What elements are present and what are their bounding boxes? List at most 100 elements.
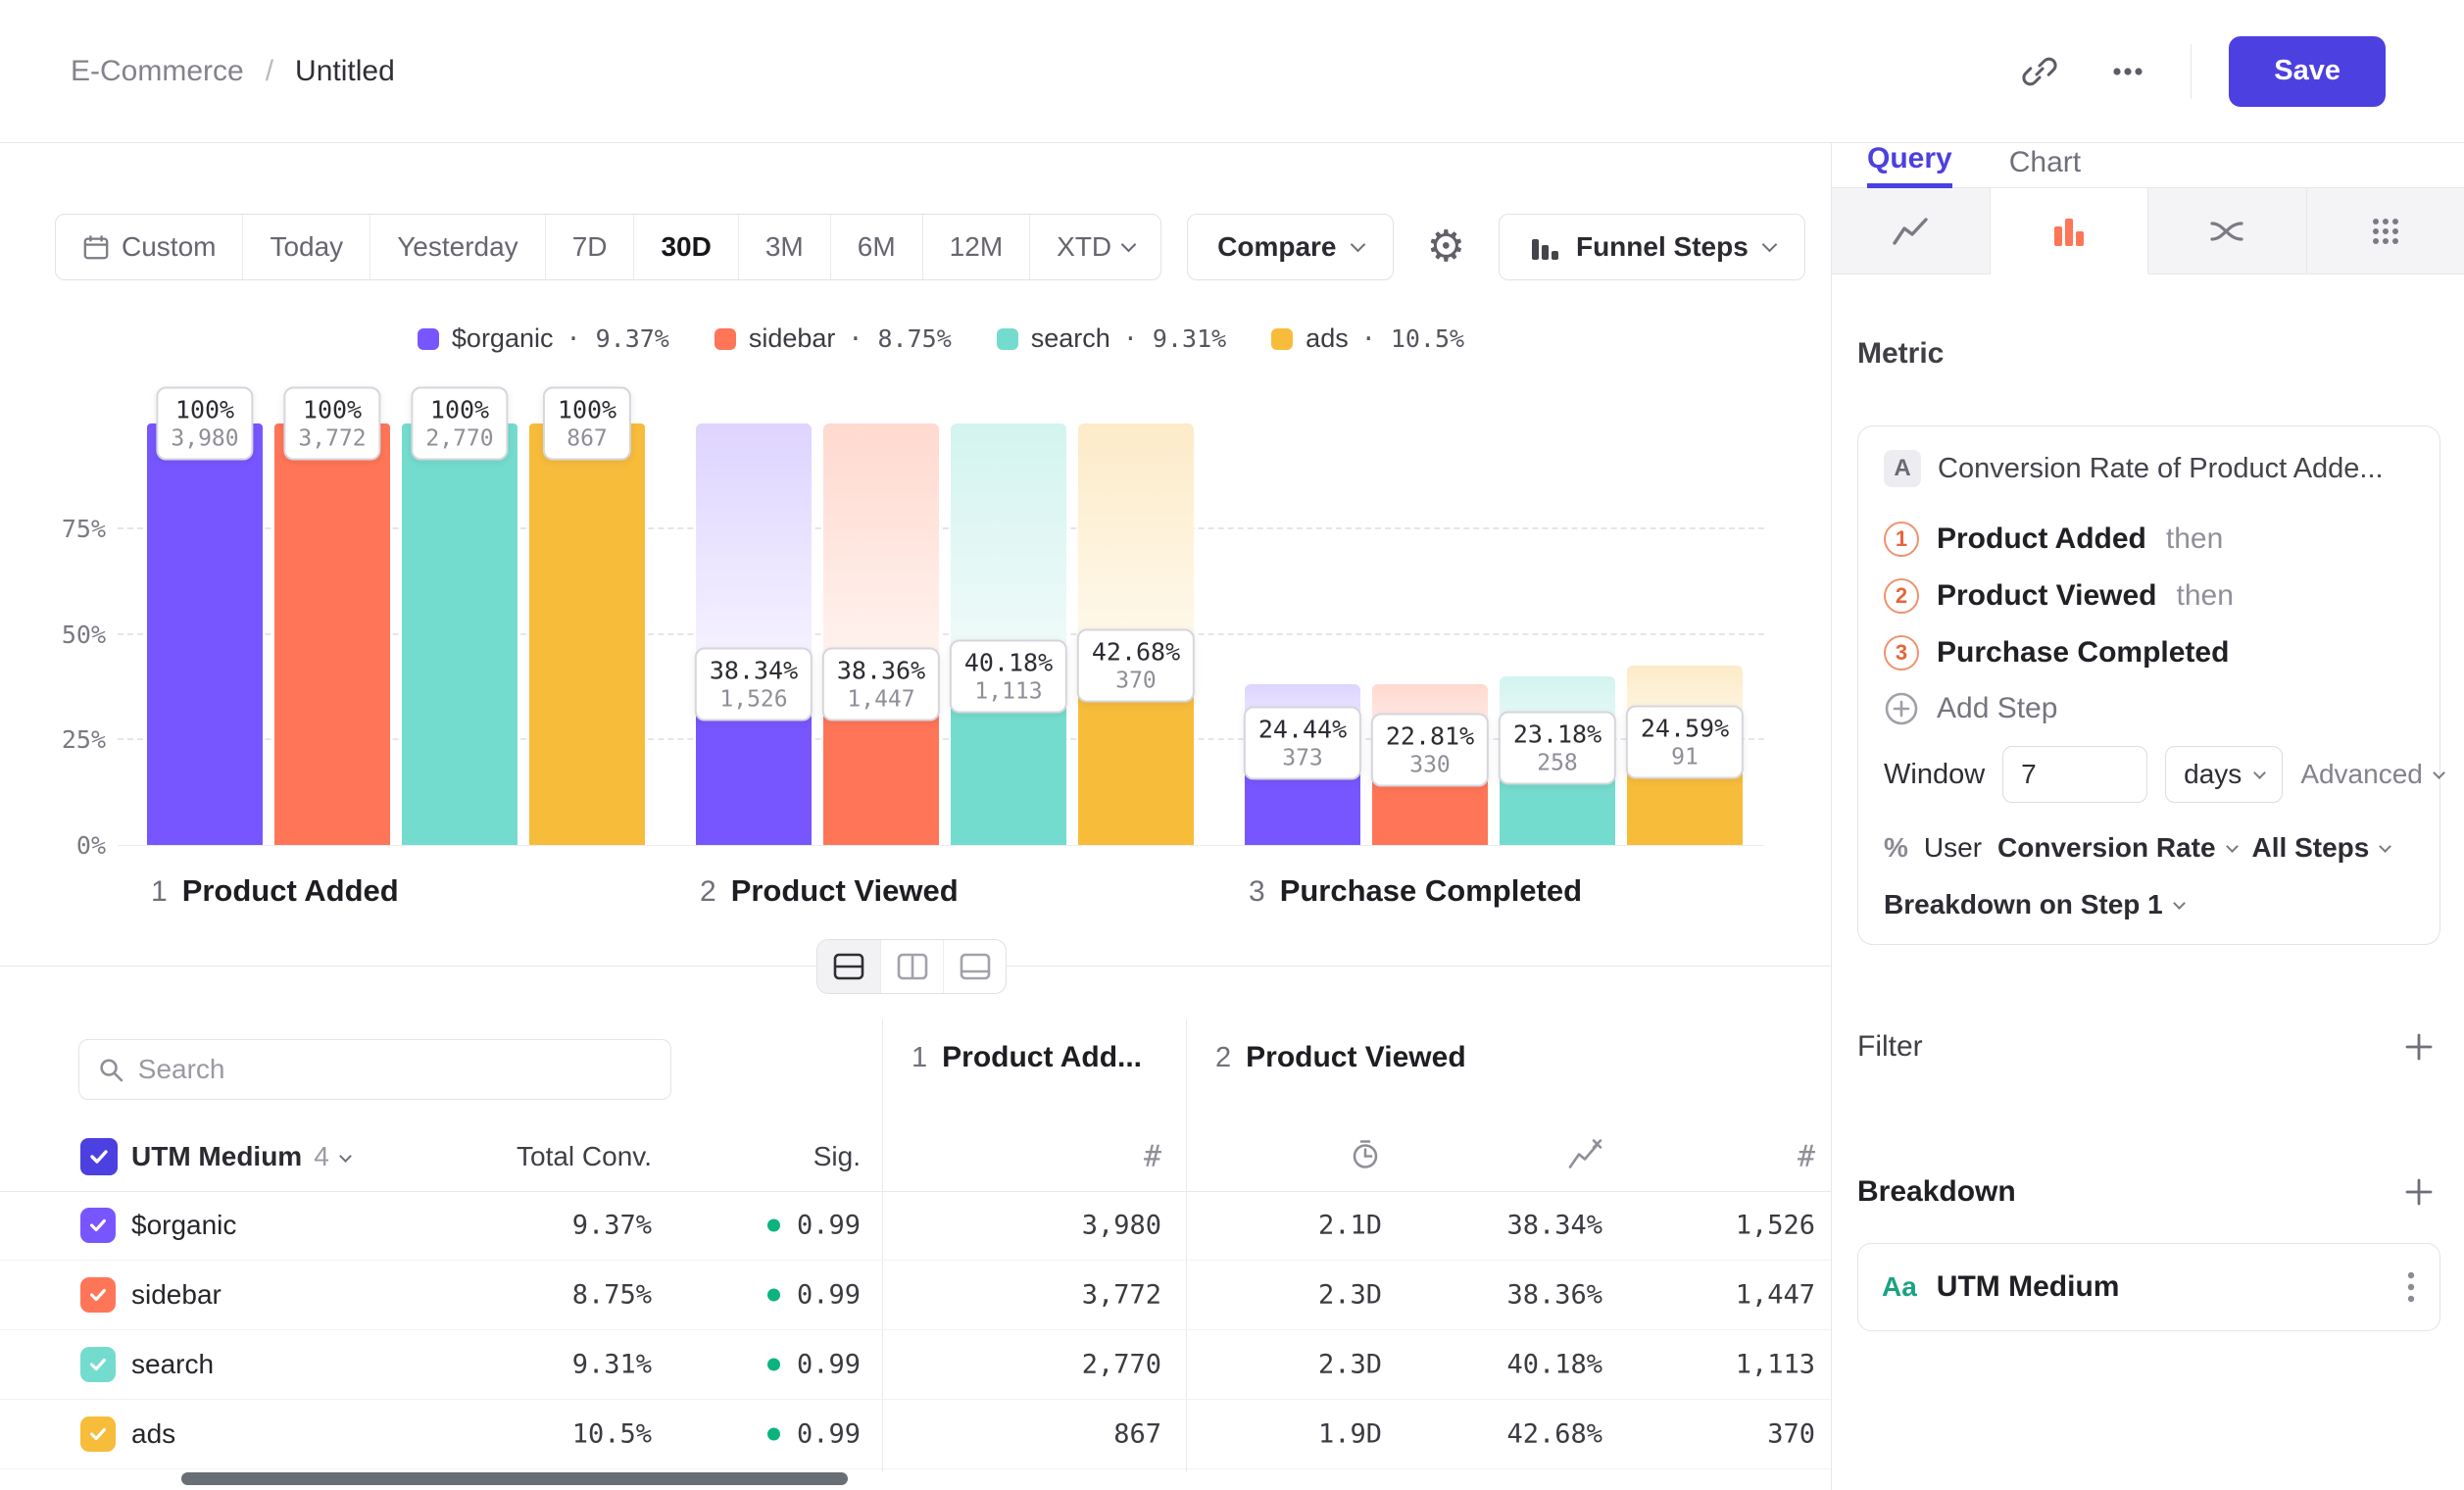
breakdown-options-button[interactable] (2406, 1269, 2416, 1305)
legend-item-search[interactable]: search· 9.31% (997, 323, 1226, 354)
funnels-tab[interactable] (1991, 188, 2149, 274)
total-conv-value: 10.5% (572, 1419, 652, 1450)
measure-entity[interactable]: User (1924, 832, 1982, 864)
range-label: Today (270, 231, 343, 263)
count-column-icon[interactable]: # (1144, 1140, 1161, 1174)
funnel-bar-ghost (951, 423, 1066, 676)
range-custom[interactable]: Custom (56, 215, 242, 279)
compare-button[interactable]: Compare (1187, 214, 1393, 280)
bar-count: 1,113 (964, 678, 1053, 704)
range-yesterday[interactable]: Yesterday (370, 215, 545, 279)
breakdown-section-header: Breakdown (1857, 1170, 2440, 1214)
significance-value: 0.99 (797, 1350, 861, 1380)
y-axis-tick: 0% (76, 831, 106, 860)
tab-chart[interactable]: Chart (2009, 146, 2081, 187)
layout-bottom-panel-button[interactable] (943, 940, 1006, 993)
bar-count: 3,772 (298, 426, 366, 452)
add-step-button[interactable]: Add Step (1884, 681, 2414, 736)
sig-header[interactable]: Sig. (813, 1141, 861, 1172)
insights-tab[interactable] (1832, 188, 1991, 274)
advanced-button[interactable]: Advanced (2300, 759, 2443, 790)
row-checkbox[interactable] (80, 1208, 116, 1243)
conversion-column-button[interactable] (1567, 1138, 1602, 1176)
percent-icon[interactable]: % (1884, 832, 1908, 864)
significance-dot (767, 1428, 780, 1441)
metric-step-1[interactable]: 1Product Addedthen (1884, 511, 2414, 568)
more-options-button[interactable] (2102, 46, 2153, 97)
breadcrumb-project[interactable]: E-Commerce (71, 55, 244, 88)
funnel-bar-organic[interactable] (147, 423, 263, 846)
funnel-bar-sidebar[interactable] (274, 423, 390, 846)
metric-step-3[interactable]: 3Purchase Completed (1884, 624, 2414, 681)
table-row-ads[interactable]: ads10.5%0.998671.9D42.68%370 (0, 1400, 1831, 1469)
bar-count: 370 (1092, 669, 1180, 694)
breakdown-property-label: UTM Medium (1937, 1270, 2120, 1304)
avg-time-column-button[interactable] (1349, 1138, 1382, 1176)
search-input[interactable] (138, 1054, 653, 1085)
step-number-badge: 1 (1884, 522, 1919, 557)
range-30d[interactable]: 30D (633, 215, 737, 279)
range-3m[interactable]: 3M (738, 215, 830, 279)
row-checkbox[interactable] (80, 1416, 116, 1452)
metric-badge: A (1884, 450, 1921, 487)
breadcrumb-title[interactable]: Untitled (295, 55, 395, 88)
flows-tab[interactable] (2148, 188, 2307, 274)
table-row-organic[interactable]: $organic9.37%0.993,9802.1D38.34%1,526 (0, 1191, 1831, 1261)
funnel-bar-search[interactable] (402, 423, 517, 846)
tab-query[interactable]: Query (1867, 142, 1952, 188)
funnel-bar-ghost (696, 423, 812, 684)
bar-value-label: 42.68%370 (1077, 629, 1195, 703)
row-checkbox[interactable] (80, 1277, 116, 1313)
legend-swatch (997, 328, 1018, 350)
legend-label: ads (1306, 323, 1349, 354)
total-conv-header[interactable]: Total Conv. (517, 1141, 652, 1172)
total-conv-value: 8.75% (572, 1280, 652, 1311)
add-filter-button[interactable] (2397, 1025, 2440, 1068)
legend-item-ads[interactable]: ads· 10.5% (1271, 323, 1464, 354)
metric-title-row[interactable]: A Conversion Rate of Product Adde... (1884, 450, 2414, 487)
metric-step-2[interactable]: 2Product Viewedthen (1884, 568, 2414, 624)
share-link-button[interactable] (2014, 46, 2065, 97)
date-toolbar: Custom Today Yesterday7D30D3M6M 12M XTD Comp… (55, 214, 1805, 280)
chart-settings-button[interactable]: ⚙ (1427, 225, 1465, 269)
range-12m[interactable]: 12M (922, 215, 1029, 279)
range-6m[interactable]: 6M (830, 215, 922, 279)
range-7d[interactable]: 7D (545, 215, 634, 279)
legend-swatch (418, 328, 439, 350)
add-breakdown-button[interactable] (2397, 1170, 2440, 1214)
table-row-search[interactable]: search9.31%0.992,7702.3D40.18%1,113 (0, 1330, 1831, 1400)
chart-type-button[interactable]: Funnel Steps (1499, 214, 1805, 280)
step1-count: 867 (1113, 1419, 1161, 1450)
metric-step-label: Product Viewed (1937, 579, 2157, 613)
table-row-sidebar[interactable]: sidebar8.75%0.993,7722.3D38.36%1,447 (0, 1261, 1831, 1330)
layout-split-horizontal-button[interactable] (817, 940, 880, 993)
legend-item-sidebar[interactable]: sidebar· 8.75% (715, 323, 952, 354)
range-today[interactable]: Today (242, 215, 370, 279)
window-value-input[interactable] (2002, 746, 2147, 803)
breakdown-column-header[interactable]: UTM Medium 4 (131, 1141, 350, 1172)
step2-conv-rate: 38.36% (1506, 1280, 1602, 1311)
measure-select[interactable]: Conversion Rate (1997, 832, 2237, 864)
steps-scope-select[interactable]: All Steps (2252, 832, 2390, 864)
range-xtd[interactable]: XTD (1029, 215, 1160, 279)
range-label: 12M (950, 231, 1003, 263)
legend-item-organic[interactable]: $organic· 9.37% (418, 323, 669, 354)
save-button[interactable]: Save (2229, 36, 2386, 107)
breakdown-property-card[interactable]: Aa UTM Medium (1857, 1243, 2440, 1331)
total-conv-value: 9.31% (572, 1350, 652, 1380)
horizontal-scrollbar[interactable] (181, 1472, 848, 1485)
retention-tab[interactable] (2307, 188, 2464, 274)
bar-pct: 100% (298, 396, 366, 424)
measure-label: Conversion Rate (1997, 832, 2216, 864)
window-unit-select[interactable]: days (2165, 746, 2283, 803)
layout-split-vertical-button[interactable] (880, 940, 943, 993)
legend-swatch (1271, 328, 1293, 350)
bar-pct: 100% (558, 396, 616, 424)
count-column-icon[interactable]: # (1798, 1140, 1815, 1174)
row-checkbox[interactable] (80, 1347, 116, 1382)
bar-count: 373 (1258, 745, 1347, 770)
step-name: Purchase Completed (1280, 873, 1582, 909)
funnel-bar-ads[interactable] (529, 423, 645, 846)
select-all-checkbox[interactable] (80, 1138, 118, 1175)
breakdown-on-step-select[interactable]: Breakdown on Step 1 (1884, 889, 2414, 920)
